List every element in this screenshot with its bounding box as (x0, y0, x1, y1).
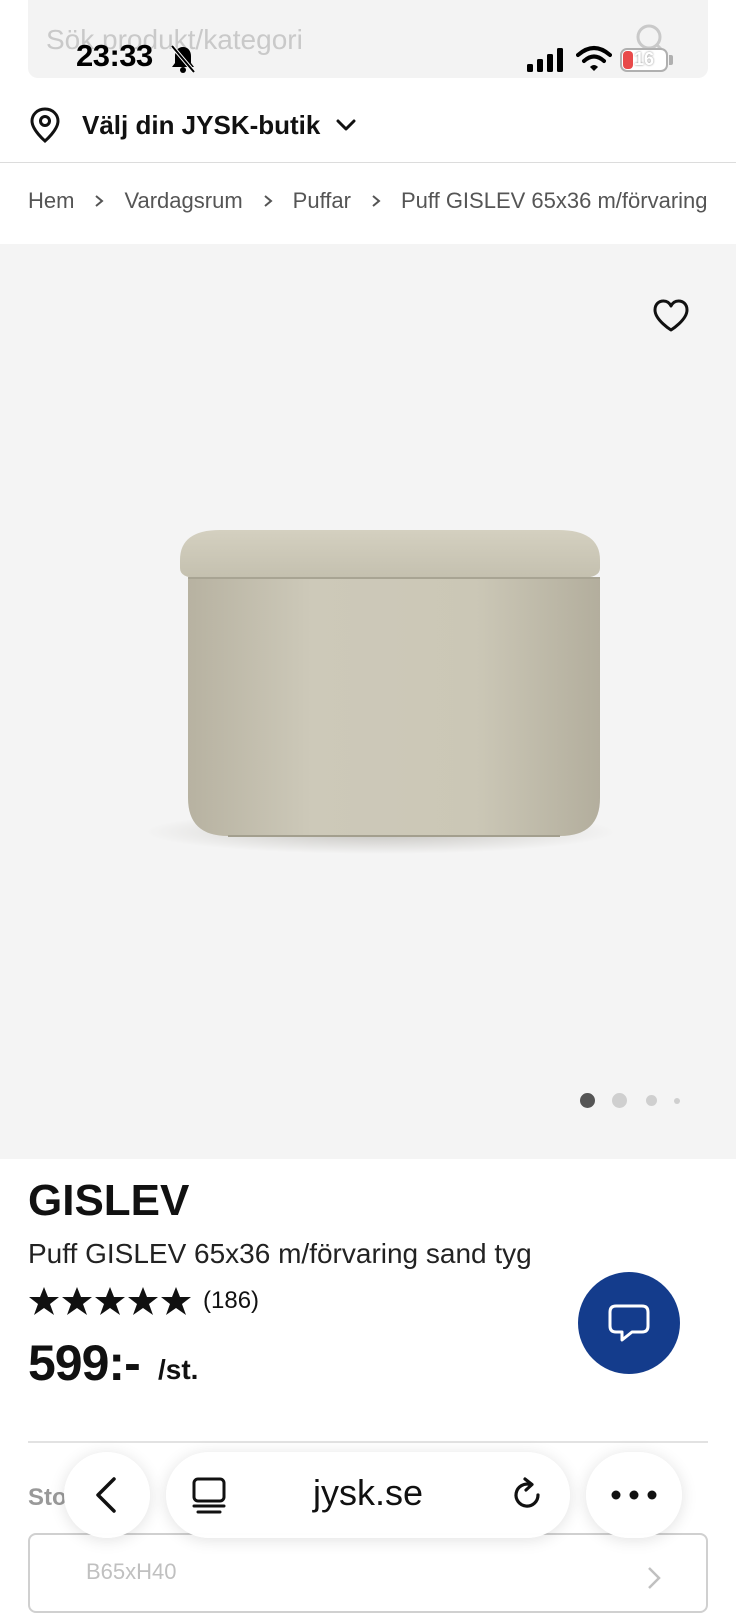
breadcrumb-item-vardagsrum[interactable]: Vardagsrum (124, 188, 242, 214)
back-chevron-icon (96, 1477, 116, 1513)
chevron-right-icon (648, 1567, 661, 1589)
chat-bubble-icon (608, 1304, 650, 1342)
breadcrumb-item-home[interactable]: Hem (28, 188, 74, 214)
star-icon (29, 1287, 59, 1315)
gallery-dot[interactable] (612, 1093, 627, 1108)
chevron-right-icon (264, 195, 273, 207)
cellular-signal-icon (527, 48, 563, 72)
gallery-dot[interactable] (674, 1098, 680, 1104)
battery-cap (669, 55, 673, 65)
chevron-down-icon (336, 119, 356, 131)
size-select-value: B65xH40 (86, 1559, 177, 1584)
battery-indicator: 16 (620, 48, 668, 72)
store-selector-label: Välj din JYSK-butik (82, 109, 321, 140)
chevron-right-icon (95, 195, 105, 207)
star-icon (95, 1287, 125, 1315)
star-icon (62, 1287, 92, 1315)
gallery-dot[interactable] (646, 1095, 657, 1106)
heart-outline-icon[interactable] (652, 298, 690, 334)
breadcrumb-item-puffar[interactable]: Puffar (293, 188, 351, 214)
product-image[interactable] (140, 520, 620, 860)
chat-button[interactable] (578, 1272, 680, 1374)
product-brand: GISLEV (28, 1176, 190, 1225)
product-price: 599:- (28, 1335, 141, 1391)
section-divider (28, 1441, 708, 1443)
bell-slash-icon (170, 44, 196, 74)
breadcrumb: Hem Vardagsrum Puffar Puff GISLEV 65x36 … (28, 188, 708, 214)
browser-address-bar[interactable]: jysk.se (166, 1452, 570, 1538)
wifi-icon (576, 46, 612, 71)
breadcrumb-item-current: Puff GISLEV 65x36 m/förvaring sand tyg (400, 188, 708, 213)
gallery-pagination (0, 1089, 736, 1109)
price-unit: /st. (158, 1354, 199, 1385)
battery-level: 16 (633, 49, 655, 69)
size-select[interactable]: B65xH40 (28, 1533, 708, 1613)
browser-back-button[interactable] (64, 1452, 150, 1538)
location-pin-icon (30, 107, 60, 143)
star-icon (161, 1287, 191, 1315)
store-selector[interactable]: Välj din JYSK-butik (28, 100, 358, 150)
star-icon (128, 1287, 158, 1315)
product-name: Puff GISLEV 65x36 m/förvaring sand tyg (28, 1238, 532, 1269)
review-count: (186) (203, 1287, 260, 1314)
gallery-dot-active[interactable] (580, 1093, 595, 1108)
status-time: 23:33 (76, 38, 153, 73)
browser-more-button[interactable] (586, 1452, 682, 1538)
header-divider (0, 162, 736, 163)
chevron-right-icon (372, 195, 381, 207)
reload-icon[interactable] (508, 1476, 546, 1514)
size-label: Sto (28, 1484, 67, 1511)
product-rating[interactable]: (186) (28, 1284, 259, 1318)
more-icon (611, 1490, 657, 1500)
